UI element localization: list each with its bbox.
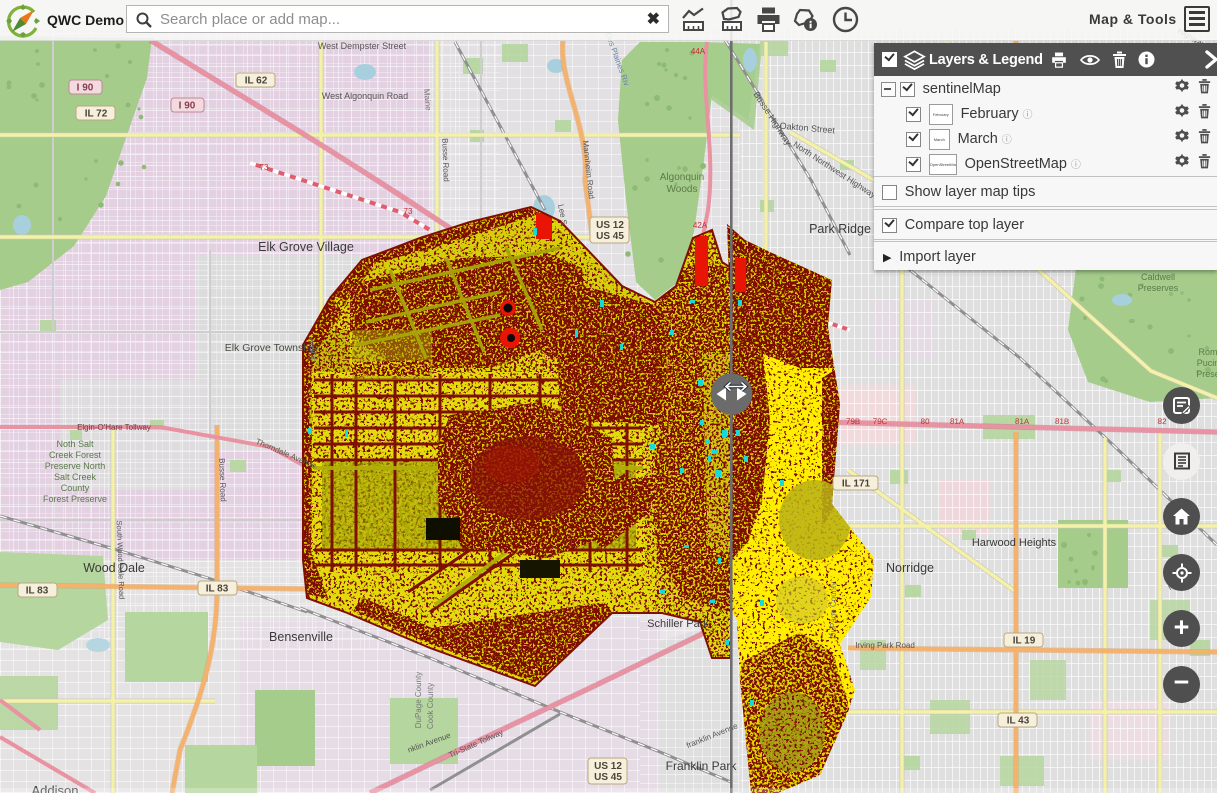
svg-text:Creek Forest: Creek Forest: [49, 450, 102, 460]
svg-text:81B: 81B: [1055, 417, 1070, 426]
svg-text:DuPage County: DuPage County: [829, 582, 838, 638]
svg-text:73: 73: [404, 207, 413, 216]
svg-text:Pucin: Pucin: [1197, 358, 1217, 368]
svg-text:Wood Dale: Wood Dale: [83, 561, 145, 575]
svg-text:IL 43: IL 43: [1007, 716, 1030, 727]
svg-text:Salt Creek: Salt Creek: [54, 472, 97, 482]
svg-text:Woods: Woods: [667, 184, 698, 195]
svg-text:US 12: US 12: [596, 220, 624, 231]
svg-text:Bensenville: Bensenville: [269, 630, 333, 644]
svg-text:Busse Road: Busse Road: [217, 458, 228, 502]
svg-text:IL 62: IL 62: [245, 76, 268, 87]
svg-text:Elk Grove Township: Elk Grove Township: [225, 342, 318, 354]
svg-text:IL 72: IL 72: [85, 109, 108, 120]
svg-text:Noth Salt: Noth Salt: [56, 439, 94, 449]
svg-text:Algonquin: Algonquin: [660, 172, 704, 183]
svg-text:County: County: [61, 483, 90, 493]
svg-text:Schiller Park: Schiller Park: [647, 618, 709, 630]
svg-text:I 90: I 90: [179, 101, 196, 112]
svg-text:Busse Road: Busse Road: [440, 138, 451, 182]
svg-text:US 45: US 45: [594, 772, 622, 783]
svg-text:IL 171: IL 171: [842, 479, 871, 490]
svg-text:Norridge: Norridge: [886, 561, 934, 575]
svg-text:Irving Park Road: Irving Park Road: [855, 641, 915, 650]
svg-text:West Algonquin Road: West Algonquin Road: [322, 91, 408, 101]
svg-text:Rom: Rom: [1198, 347, 1217, 357]
svg-text:Preserve North: Preserve North: [45, 461, 106, 471]
svg-text:DuPage County: DuPage County: [414, 672, 423, 728]
svg-text:82: 82: [1157, 417, 1167, 426]
svg-text:80: 80: [920, 417, 930, 426]
svg-text:US 45: US 45: [596, 231, 624, 242]
svg-text:Cook County: Cook County: [426, 683, 435, 729]
svg-text:Caldwell: Caldwell: [1141, 272, 1175, 282]
svg-text:IL 83: IL 83: [206, 584, 229, 595]
svg-text:42A: 42A: [693, 221, 708, 230]
svg-text:81A: 81A: [950, 417, 965, 427]
svg-text:81A: 81A: [1015, 417, 1030, 427]
svg-text:Preserves: Preserves: [1138, 283, 1179, 293]
svg-text:Prese: Prese: [1196, 369, 1217, 379]
svg-text:US 12: US 12: [594, 761, 622, 772]
svg-text:44A: 44A: [691, 47, 706, 56]
svg-text:79C: 79C: [873, 417, 888, 427]
svg-text:Forest Preserve: Forest Preserve: [43, 494, 107, 504]
svg-text:Harwood Heights: Harwood Heights: [972, 537, 1057, 549]
svg-text:IL 83: IL 83: [26, 586, 49, 597]
svg-text:Elgin-O'Hare Tollway: Elgin-O'Hare Tollway: [77, 423, 151, 432]
svg-text:79B: 79B: [846, 417, 861, 426]
svg-text:I 90: I 90: [77, 83, 94, 94]
svg-text:Franklin Park: Franklin Park: [666, 759, 738, 773]
svg-text:Park Ridge: Park Ridge: [809, 222, 871, 236]
svg-text:IL 19: IL 19: [1013, 636, 1036, 647]
svg-text:Elk Grove Village: Elk Grove Village: [258, 240, 354, 254]
svg-text:73: 73: [260, 163, 269, 172]
svg-text:West Dempster Street: West Dempster Street: [318, 41, 407, 51]
